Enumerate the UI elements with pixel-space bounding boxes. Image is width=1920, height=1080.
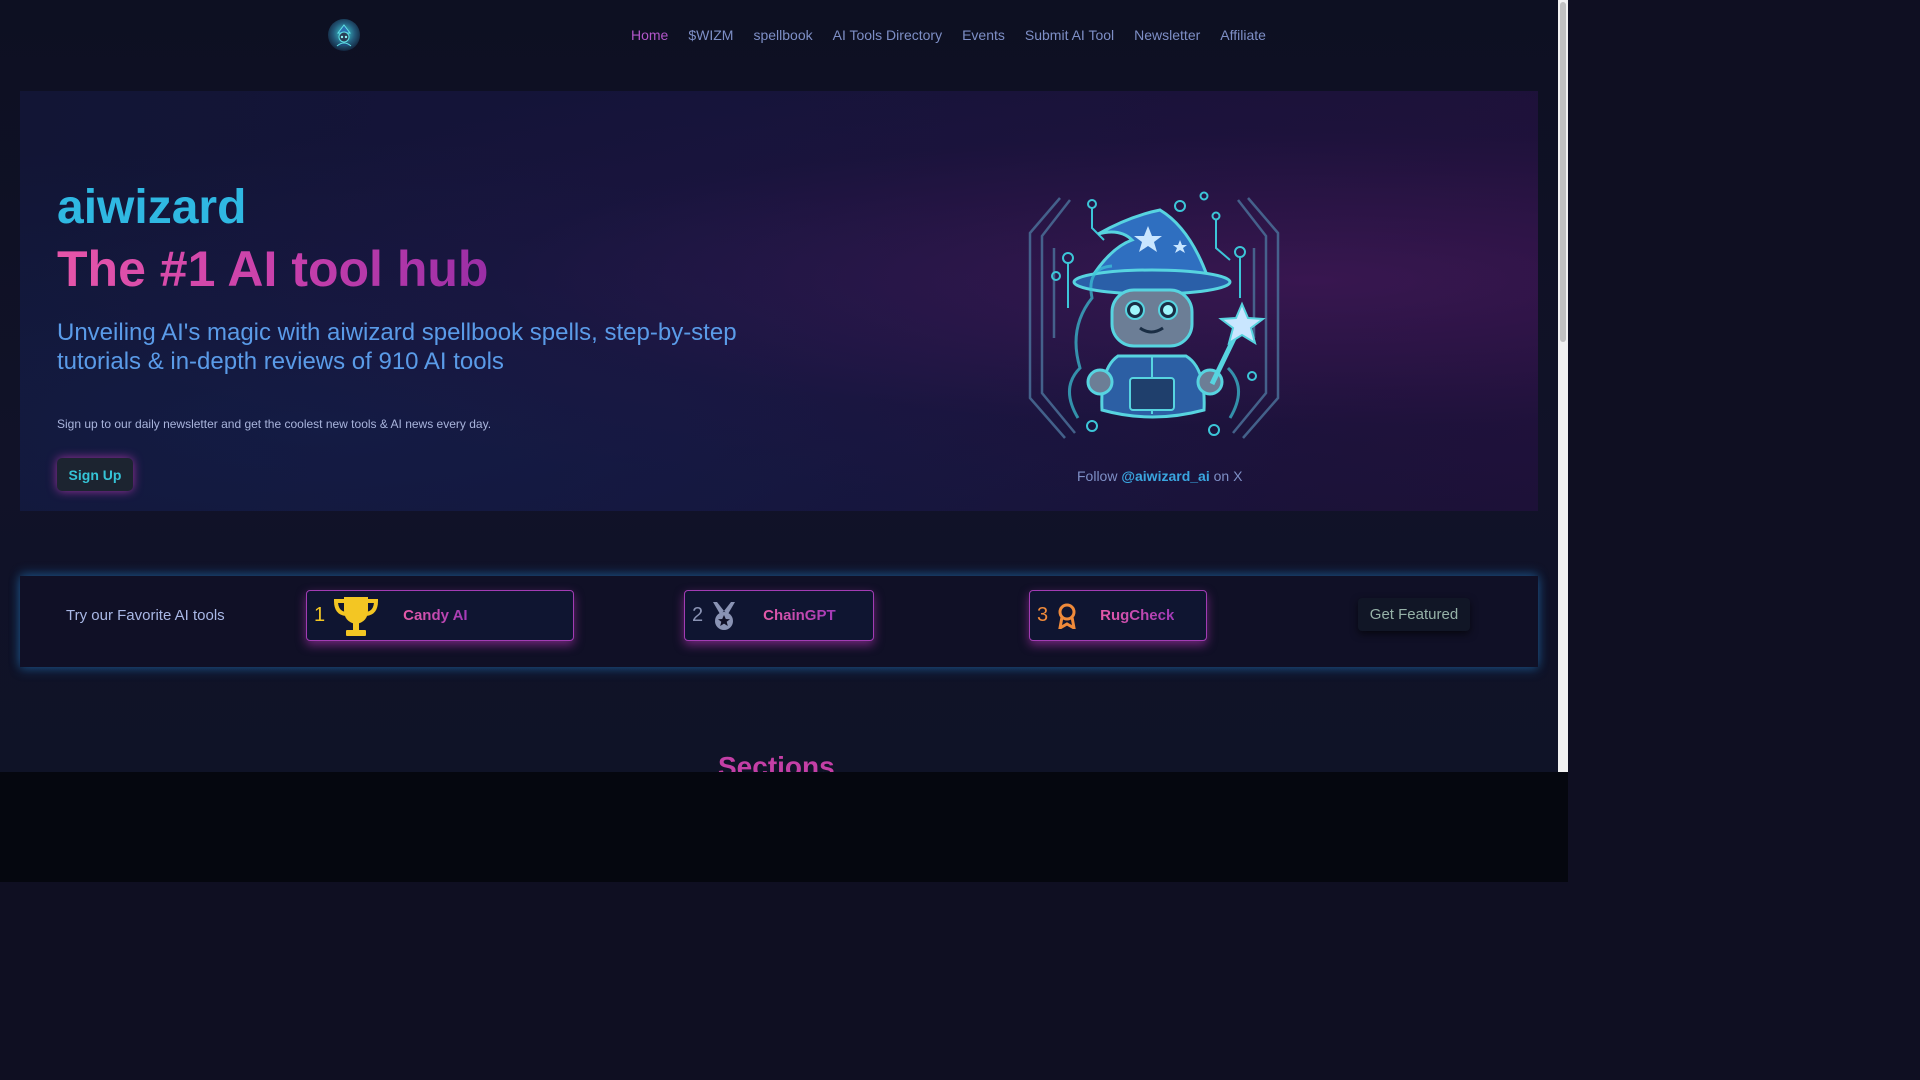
- nav-wizm[interactable]: $WIZM: [678, 26, 743, 44]
- get-featured-button[interactable]: Get Featured: [1358, 598, 1470, 631]
- bottom-band: [0, 772, 1568, 882]
- favorite-tool-candy-ai[interactable]: 1 Candy AI: [306, 590, 574, 641]
- nav-newsletter[interactable]: Newsletter: [1124, 26, 1210, 44]
- rank-number: 3: [1037, 604, 1049, 626]
- hero-section: aiwizard The #1 AI tool hub Unveiling AI…: [20, 91, 1538, 511]
- main-menu: Home $WIZM spellbook AI Tools Directory …: [621, 26, 1276, 44]
- favorite-tool-chaingpt[interactable]: 2 ChainGPT: [684, 590, 874, 641]
- hero-subtitle: Unveiling AI's magic with aiwizard spell…: [57, 319, 737, 375]
- award-ribbon-icon: [1056, 603, 1078, 629]
- wizard-robot-icon: [1020, 188, 1288, 448]
- favorite-tool-name: ChainGPT: [763, 607, 836, 624]
- trophy-icon: [331, 593, 381, 639]
- nav-spellbook[interactable]: spellbook: [743, 26, 822, 44]
- follow-prefix: Follow: [1077, 468, 1118, 484]
- sign-up-button[interactable]: Sign Up: [57, 458, 133, 491]
- x-handle-link[interactable]: @aiwizard_ai: [1121, 468, 1209, 484]
- medal-icon: [709, 601, 739, 631]
- wizard-logo-icon: [336, 24, 352, 47]
- rank-number: 1: [314, 604, 326, 626]
- hero-title: The #1 AI tool hub: [57, 241, 489, 297]
- scrollbar-thumb[interactable]: [1560, 2, 1566, 342]
- follow-on-x: Follow @aiwizard_ai on X: [1077, 468, 1242, 484]
- nav-events[interactable]: Events: [952, 26, 1015, 44]
- rank-number: 2: [692, 604, 704, 626]
- nav-ai-tools-directory[interactable]: AI Tools Directory: [823, 26, 952, 44]
- page-scrollbar[interactable]: [1558, 0, 1568, 772]
- nav-home[interactable]: Home: [621, 26, 678, 44]
- nav-submit-ai-tool[interactable]: Submit AI Tool: [1015, 26, 1124, 44]
- nav-affiliate[interactable]: Affiliate: [1210, 26, 1276, 44]
- sections-heading: Sections: [718, 751, 835, 772]
- favorite-tool-name: RugCheck: [1100, 607, 1175, 624]
- follow-suffix: on X: [1213, 468, 1243, 484]
- newsletter-note: Sign up to our daily newsletter and get …: [57, 417, 492, 431]
- top-nav: Home $WIZM spellbook AI Tools Directory …: [0, 0, 1558, 70]
- site-logo[interactable]: [328, 19, 360, 51]
- favorite-tools-bar: Try our Favorite AI tools 1 Candy AI 2 C…: [20, 576, 1538, 667]
- favorites-label: Try our Favorite AI tools: [66, 607, 225, 624]
- hero-brand: aiwizard: [57, 181, 247, 234]
- page-viewport: Home $WIZM spellbook AI Tools Directory …: [0, 0, 1558, 772]
- favorite-tool-name: Candy AI: [403, 607, 468, 624]
- favorite-tool-rugcheck[interactable]: 3 RugCheck: [1029, 590, 1207, 641]
